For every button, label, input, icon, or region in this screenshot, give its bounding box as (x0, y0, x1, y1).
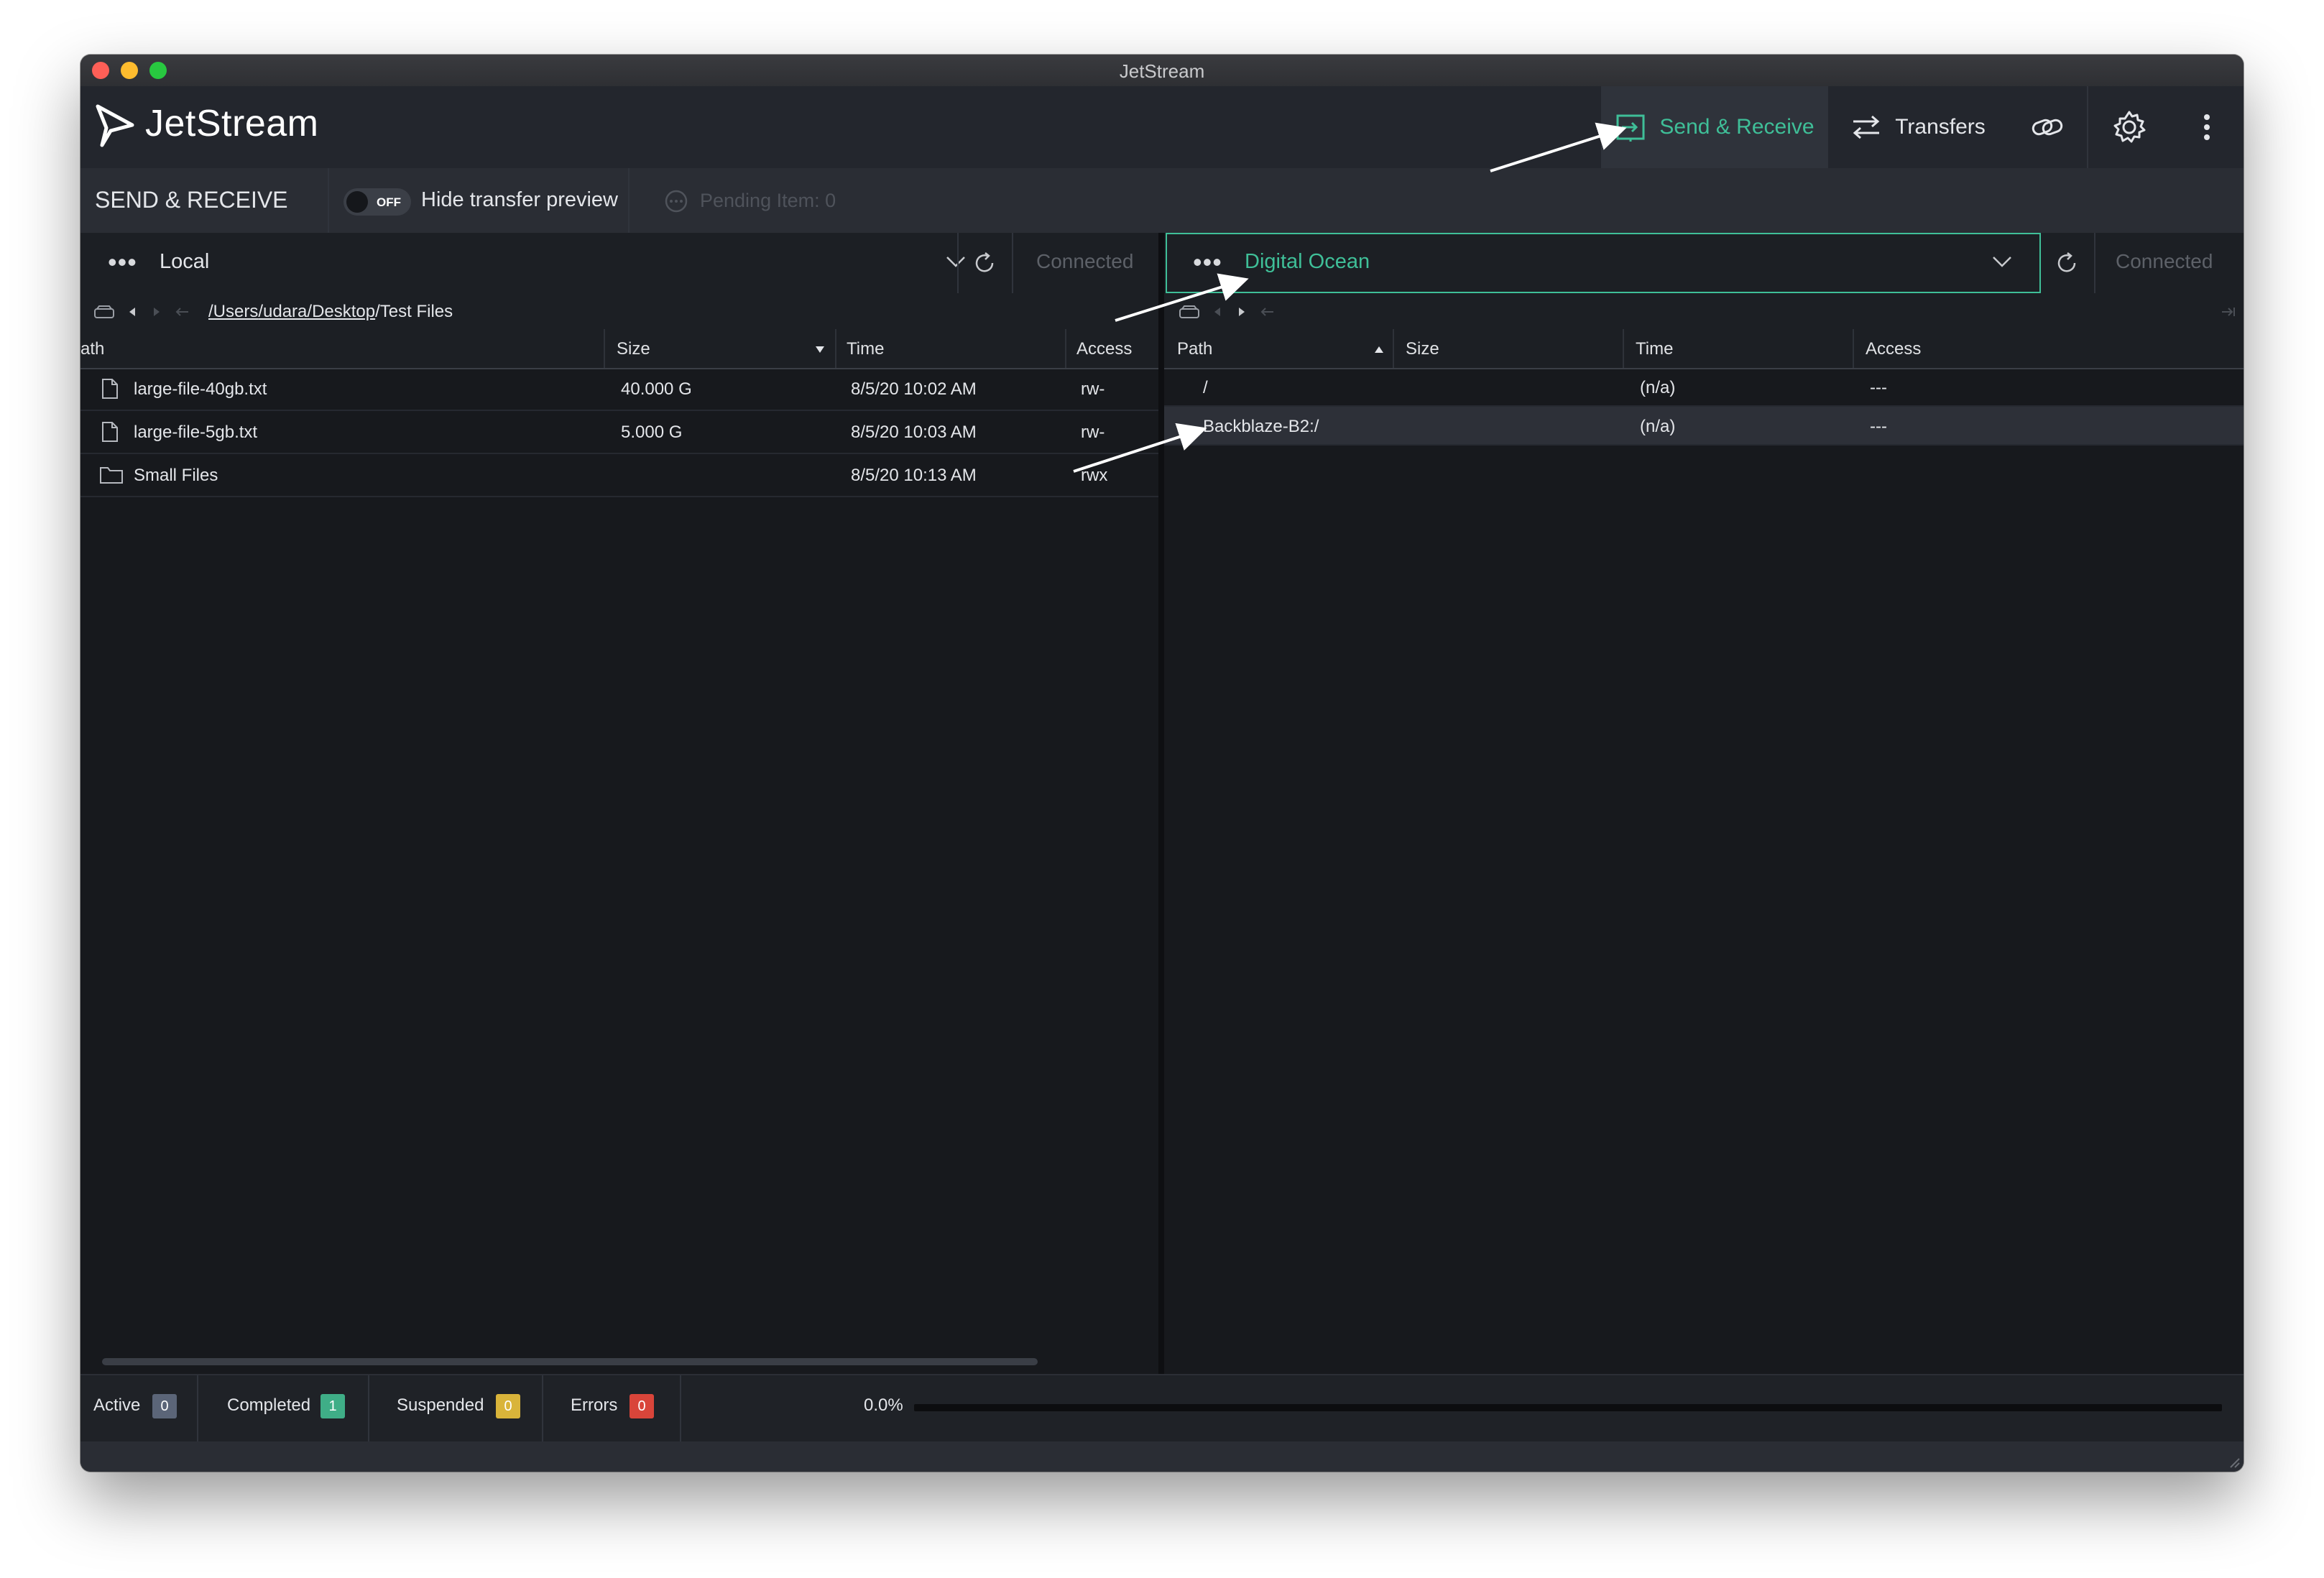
annotation-arrow (1115, 273, 1249, 322)
annotation-arrow (1490, 122, 1627, 172)
annotation-arrow (1073, 423, 1207, 473)
annotation-arrows (1073, 122, 1627, 473)
